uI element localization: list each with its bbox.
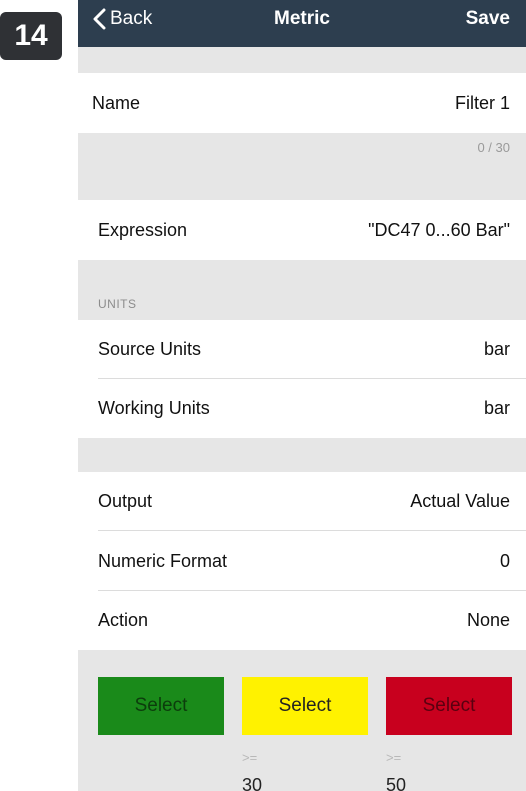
threshold-1-operator: >=: [242, 750, 258, 765]
navigation-bar: Back Metric Save: [78, 0, 526, 47]
threshold-2-operator: >=: [386, 750, 402, 765]
source-units-row[interactable]: Source Units bar: [78, 320, 526, 379]
name-label: Name: [92, 92, 141, 113]
page-title: Metric: [274, 8, 330, 29]
expression-value: "DC47 0...60 Bar": [368, 219, 510, 240]
numeric-format-label: Numeric Format: [98, 550, 228, 571]
working-units-value: bar: [483, 398, 510, 418]
threshold-2-input[interactable]: 50: [386, 775, 406, 791]
source-units-label: Source Units: [98, 339, 202, 359]
yellow-color-select-button[interactable]: Select: [242, 677, 368, 735]
output-row[interactable]: Output Actual Value: [78, 472, 526, 531]
action-row[interactable]: Action None: [78, 591, 526, 650]
working-units-row[interactable]: Working Units bar: [78, 379, 526, 438]
metric-screen: Back Metric Save Name Filter 1 0 / 30 Ex…: [78, 0, 526, 791]
numeric-format-row[interactable]: Numeric Format 0: [78, 531, 526, 591]
threshold-1-input[interactable]: 30: [242, 775, 262, 791]
expression-label: Expression: [98, 219, 188, 240]
expression-row[interactable]: Expression "DC47 0...60 Bar": [78, 200, 526, 260]
action-label: Action: [98, 610, 149, 630]
numeric-format-value: 0: [499, 550, 510, 571]
save-button[interactable]: Save: [466, 8, 510, 30]
name-field-row[interactable]: Name Filter 1: [78, 73, 526, 133]
output-label: Output: [98, 491, 153, 511]
working-units-label: Working Units: [98, 398, 210, 418]
step-number-badge: 14: [0, 12, 62, 60]
output-value: Actual Value: [410, 491, 510, 511]
source-units-value: bar: [483, 339, 510, 359]
units-section-header: UNITS: [98, 297, 137, 311]
red-color-select-button[interactable]: Select: [386, 677, 512, 735]
green-color-select-button[interactable]: Select: [98, 677, 224, 735]
name-character-counter: 0 / 30: [477, 140, 510, 155]
action-value: None: [466, 610, 510, 630]
name-input[interactable]: Filter 1: [455, 93, 510, 114]
